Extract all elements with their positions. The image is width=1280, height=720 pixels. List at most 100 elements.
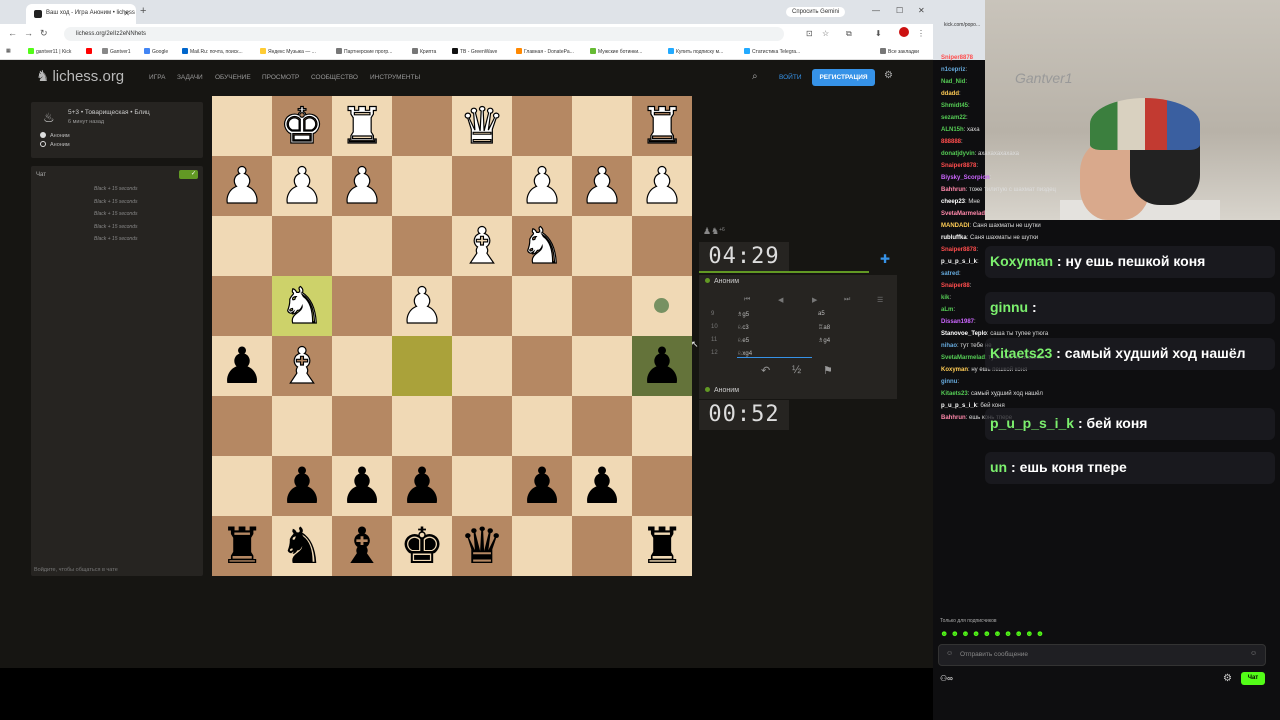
stream-chat-message[interactable]: donatjdyvin: ахахахахахаха [941, 151, 1019, 157]
piece-a7[interactable]: ♟ [212, 156, 272, 216]
piece-b1[interactable]: ♞ [272, 516, 332, 576]
chat-button[interactable]: Чат [1241, 672, 1265, 685]
square-g1[interactable] [572, 516, 632, 576]
piece-b4[interactable]: ♝ [272, 336, 332, 396]
stream-chat-message[interactable]: sezam22: [941, 115, 968, 121]
bookmark-item[interactable]: Яндекс Музыка — ... [260, 48, 316, 55]
register-button[interactable]: РЕГИСТРАЦИЯ [812, 69, 875, 86]
bookmark-item[interactable]: Купить подписку м... [668, 48, 723, 55]
stream-chat-message[interactable]: Snaiper8878: [941, 163, 978, 169]
nav-puzzles[interactable]: Задачи [177, 74, 203, 81]
bookmark-item[interactable]: Google [144, 48, 168, 55]
piece-g2[interactable]: ♟ [572, 456, 632, 516]
stream-chat-message[interactable]: SvetaMarmelad: [941, 211, 987, 217]
square-f5[interactable] [512, 276, 572, 336]
stream-chat-message[interactable]: aLm: [941, 307, 955, 313]
forward-icon[interactable]: → [24, 28, 33, 38]
stream-chat-message[interactable]: kik: [941, 295, 951, 301]
chat-username[interactable]: ddadd [941, 91, 959, 97]
stream-chat-message[interactable]: ALN15h: хаха [941, 127, 980, 133]
square-e3[interactable] [452, 396, 512, 456]
chat-username[interactable]: Dissan1987 [941, 319, 974, 325]
send-message-input[interactable]: Отправить сообщение [960, 651, 1028, 658]
nav-learn[interactable]: Обучение [215, 74, 251, 81]
chat-username[interactable]: Bahhrun [941, 415, 966, 421]
piece-c8[interactable]: ♜ [332, 96, 392, 156]
stream-chat-message[interactable]: Sniper8878: [941, 55, 975, 61]
chat-username[interactable]: 888888 [941, 139, 961, 145]
piece-b5[interactable]: ♞ [272, 276, 332, 336]
bookmark-item[interactable]: Gantver1 [102, 48, 131, 55]
chat-username[interactable]: n1cepriz [941, 67, 965, 73]
chat-username[interactable]: MANDADI [941, 223, 969, 229]
stream-chat-message[interactable]: cheep23: Мне [941, 199, 980, 205]
piece-f2[interactable]: ♟ [512, 456, 572, 516]
stream-chat-message[interactable]: 888888: [941, 139, 963, 145]
emote-picker-icon[interactable]: ☺ [946, 650, 953, 657]
square-h6[interactable] [632, 216, 692, 276]
square-d6[interactable] [392, 216, 452, 276]
chat-login-prompt[interactable]: Войдите, чтобы общаться в чате [34, 567, 118, 573]
chat-username[interactable]: Shmidt45 [941, 103, 968, 109]
chess-board[interactable]: ♚ ♜ ♛ ♜ ♟ ♟ ♟ ♟ ♟ ♟ ♝ ♞ ♞ ♟ ♟ ♝ ♟ ♟ ♟ ♟ ♟ ♟ ♜ ♞ ♝ ♚ ♛ ♜ [212, 96, 692, 576]
stream-chat-message[interactable]: satred: [941, 271, 961, 277]
settings-icon[interactable]: ⚙ [884, 70, 893, 81]
move-white[interactable]: ♘c3 [737, 324, 749, 331]
close-tab-icon[interactable]: ✕ [123, 9, 130, 18]
chat-settings-icon[interactable]: ⚙ [1223, 673, 1232, 684]
chat-username[interactable]: Stanovoe_Teplo [941, 331, 987, 337]
move-black[interactable]: ♖a8 [818, 324, 830, 331]
stream-chat-message[interactable]: Dissan1987: [941, 319, 976, 325]
chat-username[interactable]: Biysky_Scorpion [941, 175, 990, 181]
chat-username[interactable]: donatjdyvin [941, 151, 975, 157]
square-d8[interactable] [392, 96, 452, 156]
square-c4[interactable] [332, 336, 392, 396]
piece-c1[interactable]: ♝ [332, 516, 392, 576]
nav-watch[interactable]: Просмотр [262, 74, 299, 81]
nav-play[interactable]: Игра [149, 74, 165, 81]
bookmark-item[interactable]: Криптa [412, 48, 436, 55]
piece-e8[interactable]: ♛ [452, 96, 512, 156]
top-player-name[interactable]: Аноним [705, 278, 739, 285]
url-input[interactable]: lichess.org/2eIIz2eNNhets [64, 27, 784, 41]
square-h2[interactable] [632, 456, 692, 516]
profile-avatar[interactable] [899, 27, 909, 37]
chat-username[interactable]: SvetaMarmelad [941, 355, 985, 361]
player-black-entry[interactable]: Аноним [40, 141, 70, 148]
square-c6[interactable] [332, 216, 392, 276]
chat-username[interactable]: cheep23 [941, 199, 965, 205]
piece-e6[interactable]: ♝ [452, 216, 512, 276]
piece-h7[interactable]: ♟ [632, 156, 692, 216]
chat-username[interactable]: Snaiper8878 [941, 247, 976, 253]
move-black[interactable]: ♗g4 [818, 337, 830, 344]
chat-username[interactable]: Kitaets23 [941, 391, 968, 397]
chat-username[interactable]: nihao [941, 343, 957, 349]
stream-chat-message[interactable]: Stanovoe_Teplo: саша ты тупее утюга [941, 331, 1048, 337]
move-black[interactable]: a5 [818, 311, 825, 317]
minimize-icon[interactable]: — [872, 6, 880, 15]
chat-username[interactable]: ALN15h [941, 127, 964, 133]
chat-username[interactable]: Sniper8878 [941, 55, 973, 61]
piece-d5[interactable]: ♟ [392, 276, 452, 336]
piece-h4[interactable]: ♟ [632, 336, 692, 396]
square-e4[interactable] [452, 336, 512, 396]
bookmark-item[interactable]: Партнерские прогр... [336, 48, 392, 55]
ask-gemini-button[interactable]: Спросить Gemini [786, 7, 846, 17]
square-g6[interactable] [572, 216, 632, 276]
square-a3[interactable] [212, 396, 272, 456]
install-icon[interactable]: ⊡ [806, 29, 813, 38]
square-a2[interactable] [212, 456, 272, 516]
piece-d2[interactable]: ♟ [392, 456, 452, 516]
stream-chat-message[interactable]: Biysky_Scorpion: [941, 175, 991, 181]
square-e5[interactable] [452, 276, 512, 336]
stream-chat-message[interactable]: Nad_Nid: [941, 79, 967, 85]
nav-tools[interactable]: Инструменты [370, 74, 420, 81]
piece-b8[interactable]: ♚ [272, 96, 332, 156]
piece-a4[interactable]: ♟ [212, 336, 272, 396]
stream-chat-message[interactable]: Snaiper8878: [941, 247, 978, 253]
piece-c2[interactable]: ♟ [332, 456, 392, 516]
menu-icon[interactable]: ⋮ [917, 29, 925, 38]
stream-chat-message[interactable]: rubluffka: Саня шахматы не шутки [941, 235, 1038, 241]
square-g5[interactable] [572, 276, 632, 336]
square-e2[interactable] [452, 456, 512, 516]
